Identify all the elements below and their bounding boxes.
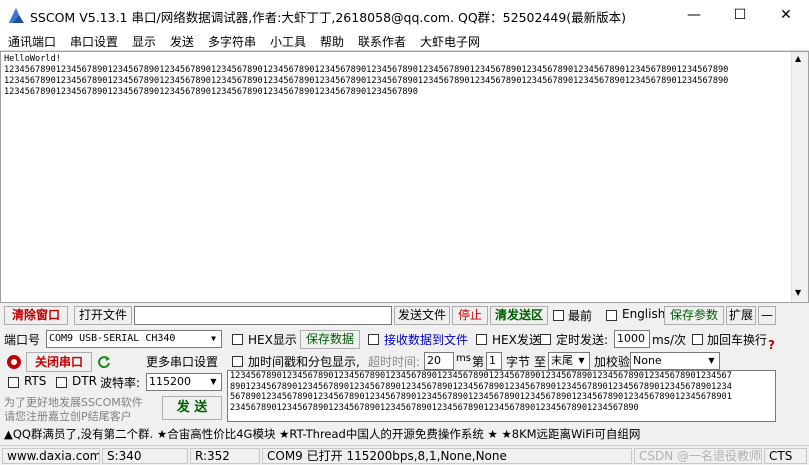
minimize-button[interactable]: — — [671, 0, 717, 31]
receive-scrollbar[interactable]: ▲ ▼ — [791, 52, 808, 302]
checksum-select[interactable]: None ▼ — [630, 352, 720, 370]
hex-display-checkbox[interactable] — [232, 334, 243, 345]
timeout-unit: ms — [456, 353, 471, 364]
status-cts: CTS — [764, 448, 807, 464]
hex-send-label: HEX发送 — [492, 333, 541, 347]
dropdown-arrow-icon[interactable]: ▼ — [574, 353, 589, 369]
menu-bar: 通讯端口 串口设置 显示 发送 多字符串 小工具 帮助 联系作者 大虾电子网 — [0, 31, 809, 51]
file-path-input[interactable] — [134, 306, 392, 325]
app-icon — [9, 8, 24, 23]
ticker-text[interactable]: ▲QQ群满员了,没有第二个群. ★合宙高性价比4G模块 ★RT-Thread中国… — [4, 426, 640, 442]
timestamp-label: 加时间戳和分包显示, — [248, 355, 360, 369]
window-title: SSCOM V5.13.1 串口/网络数据调试器,作者:大虾丁丁,2618058… — [30, 10, 627, 25]
menu-port[interactable]: 通讯端口 — [8, 33, 56, 50]
help-icon[interactable]: ? — [768, 338, 775, 352]
menu-daxia-site[interactable]: 大虾电子网 — [420, 33, 480, 50]
receive-text: HelloWorld! 1234567890123456789012345678… — [4, 54, 729, 97]
expand-button[interactable]: 扩展 — [726, 306, 756, 325]
send-text: 1234567890123456789012345678901234567890… — [230, 371, 732, 413]
baud-label: 波特率: — [100, 376, 141, 390]
send-button[interactable]: 发 送 — [162, 396, 222, 420]
add-crlf-label: 加回车换行 — [707, 333, 768, 347]
send-file-button[interactable]: 发送文件 — [394, 306, 450, 325]
port-status-icon — [7, 355, 21, 369]
open-file-button[interactable]: 打开文件 — [74, 306, 132, 325]
close-button[interactable]: ✕ — [763, 0, 809, 31]
rts-checkbox[interactable] — [8, 377, 19, 388]
port-label: 端口号 — [4, 333, 41, 347]
dropdown-arrow-icon[interactable]: ▼ — [206, 331, 221, 347]
watermark: CSDN @一名退役教师 — [634, 448, 762, 464]
topmost-label: 最前 — [568, 309, 593, 323]
scroll-up-icon[interactable]: ▲ — [795, 54, 801, 63]
more-settings-link[interactable]: 更多串口设置 — [146, 353, 218, 370]
recv-to-file-label[interactable]: 接收数据到文件 — [384, 331, 468, 348]
status-recv: R:352 — [190, 448, 260, 464]
timestamp-checkbox[interactable] — [232, 356, 243, 367]
send-input[interactable]: 1234567890123456789012345678901234567890… — [227, 370, 776, 422]
receive-area[interactable]: HelloWorld! 1234567890123456789012345678… — [0, 51, 809, 303]
refresh-icon[interactable] — [97, 355, 111, 369]
status-site[interactable]: www.daxia.com — [2, 448, 100, 464]
close-port-button[interactable]: 关闭串口 — [26, 352, 92, 372]
clear-window-button[interactable]: 清除窗口 — [4, 306, 68, 325]
menu-contact[interactable]: 联系作者 — [358, 33, 406, 50]
menu-send[interactable]: 发送 — [170, 33, 194, 50]
english-checkbox[interactable] — [606, 310, 617, 321]
add-crlf-checkbox[interactable] — [692, 334, 703, 345]
port-select[interactable]: COM9 USB-SERIAL CH340 ▼ — [46, 330, 222, 348]
title-bar: SSCOM V5.13.1 串口/网络数据调试器,作者:大虾丁丁,2618058… — [0, 0, 809, 31]
to-label: 至 — [534, 355, 547, 369]
nth-label: 第 — [472, 355, 485, 369]
timed-send-checkbox[interactable] — [540, 334, 551, 345]
stop-button[interactable]: 停止 — [452, 306, 488, 325]
rts-label: RTS — [24, 374, 47, 388]
hex-send-checkbox[interactable] — [476, 334, 487, 345]
end-select[interactable]: 末尾 ▼ — [548, 352, 590, 370]
dropdown-arrow-icon[interactable]: ▼ — [206, 374, 221, 390]
menu-display[interactable]: 显示 — [132, 33, 156, 50]
promo-line-2: 请您注册嘉立创P结尾客户 — [4, 410, 132, 423]
baud-select[interactable]: 115200 ▼ — [146, 373, 222, 391]
status-port: COM9 已打开 115200bps,8,1,None,None — [262, 448, 632, 464]
checksum-label: 加校验 — [594, 355, 631, 369]
topmost-checkbox[interactable] — [553, 310, 564, 321]
status-bar: www.daxia.com S:340 R:352 COM9 已打开 11520… — [0, 445, 809, 465]
menu-tools[interactable]: 小工具 — [270, 33, 306, 50]
menu-multi-string[interactable]: 多字符串 — [208, 33, 256, 50]
timed-send-label: 定时发送: — [556, 333, 609, 347]
menu-serial-settings[interactable]: 串口设置 — [70, 33, 118, 50]
status-sent: S:340 — [102, 448, 188, 464]
maximize-button[interactable]: ☐ — [717, 0, 763, 31]
timeout-label: 超时时间: — [368, 355, 421, 369]
clear-send-button[interactable]: 清发送区 — [490, 306, 548, 325]
english-label: English — [622, 307, 666, 321]
menu-help[interactable]: 帮助 — [320, 33, 344, 50]
dropdown-arrow-icon[interactable]: ▼ — [704, 353, 719, 369]
save-params-button[interactable]: 保存参数 — [664, 306, 724, 325]
save-data-button[interactable]: 保存数据 — [300, 330, 360, 349]
byte-label: 字节 — [506, 355, 531, 369]
dtr-label: DTR — [72, 374, 97, 388]
hex-display-label: HEX显示 — [248, 333, 297, 347]
interval-input[interactable]: 1000 — [614, 330, 650, 348]
nth-input[interactable]: 1 — [486, 352, 502, 370]
timeout-input[interactable]: 20 — [424, 352, 454, 370]
dtr-checkbox[interactable] — [56, 377, 67, 388]
interval-unit: ms/次 — [652, 333, 686, 347]
scroll-down-icon[interactable]: ▼ — [795, 288, 801, 297]
recv-to-file-checkbox[interactable] — [368, 334, 379, 345]
collapse-button[interactable]: — — [758, 306, 776, 325]
